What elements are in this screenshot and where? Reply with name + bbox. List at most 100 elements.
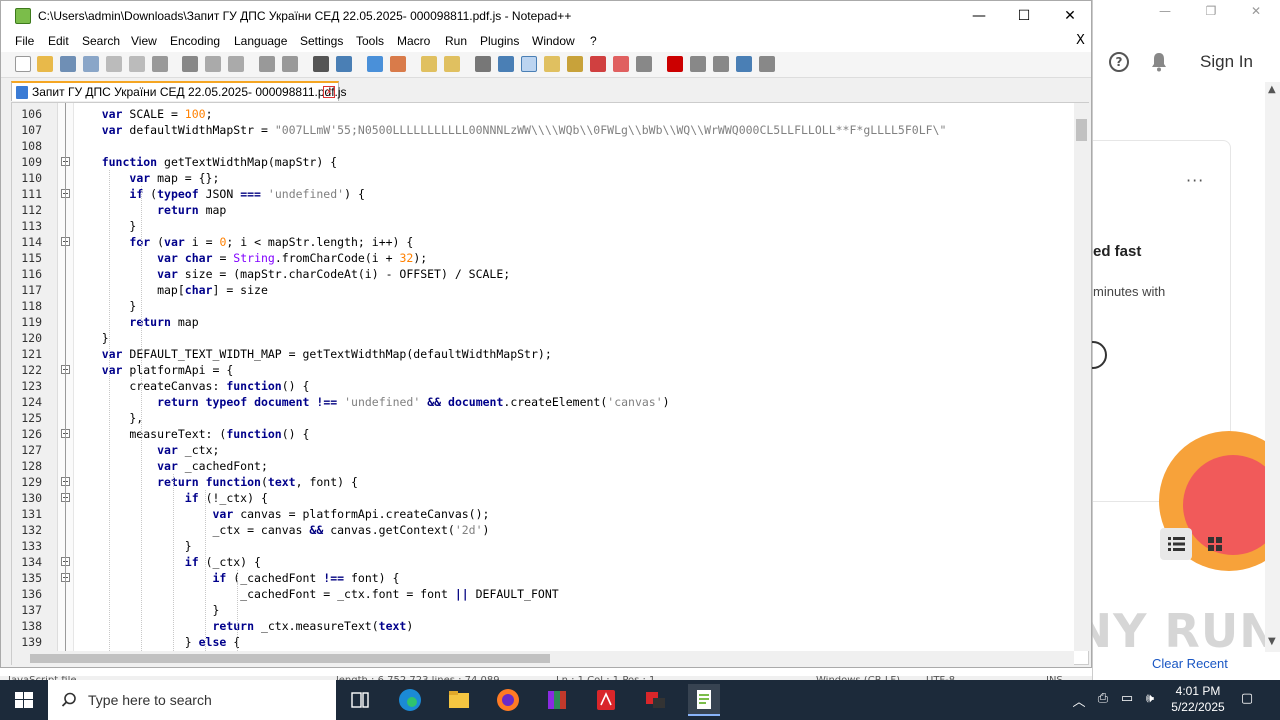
menu-language[interactable]: Language <box>234 34 287 48</box>
menu-help[interactable]: ? <box>590 34 597 48</box>
horizontal-scrollbar[interactable] <box>12 651 1074 665</box>
line-number: 107 <box>21 123 42 137</box>
sync-vertical-icon[interactable] <box>421 56 437 72</box>
background-maximize-button[interactable]: ❐ <box>1199 4 1223 20</box>
language-icon[interactable] <box>567 56 583 72</box>
network-icon[interactable]: ▭ <box>1118 691 1136 709</box>
save-icon[interactable] <box>60 56 76 72</box>
zoom-out-icon[interactable] <box>390 56 406 72</box>
code-line: _cachedFont = _ctx.font = font || DEFAUL… <box>74 587 559 601</box>
tab-document[interactable]: Запит ГУ ДПС України СЕД 22.05.2025- 000… <box>11 81 347 101</box>
clear-recent-link[interactable]: Clear Recent <box>1152 656 1228 671</box>
doc-map-icon[interactable] <box>544 56 560 72</box>
menu-run[interactable]: Run <box>445 34 467 48</box>
open-file-icon[interactable] <box>37 56 53 72</box>
menu-view[interactable]: View <box>131 34 157 48</box>
code-line: var platformApi = { <box>101 363 234 377</box>
menu-tools[interactable]: Tools <box>356 34 384 48</box>
word-wrap-icon[interactable] <box>475 56 491 72</box>
device-icon[interactable]: ⎙ <box>1094 691 1112 709</box>
code-editor[interactable]: 106 107 108 109 110 111 112 113 114 115 116 117 118 1… <box>11 102 1089 665</box>
code-line: return typeof document !== 'undefined' &… <box>157 395 670 409</box>
save-macro-icon[interactable] <box>759 56 775 72</box>
notifications-icon[interactable]: ▢ <box>1238 691 1256 709</box>
winrar-icon[interactable] <box>541 684 573 716</box>
scroll-down-icon[interactable]: ▼ <box>1268 636 1276 647</box>
more-options-icon[interactable]: ··· <box>1186 171 1204 190</box>
code-line: var char = String.fromCharCode(i + 32); <box>157 251 428 265</box>
show-all-chars-icon[interactable] <box>498 56 514 72</box>
line-number: 111 <box>21 187 42 201</box>
menu-file[interactable]: File <box>15 34 34 48</box>
code-area[interactable]: var SCALE = 100; var defaultWidthMapStr … <box>74 103 1074 651</box>
redo-icon[interactable] <box>282 56 298 72</box>
code-line: var DEFAULT_TEXT_WIDTH_MAP = getTextWidt… <box>101 347 552 361</box>
promo-card: ··· ed fast minutes with <box>1079 140 1280 571</box>
start-button[interactable] <box>0 680 48 720</box>
play-macro-icon[interactable] <box>713 56 729 72</box>
show-hidden-icons[interactable]: ︿ <box>1070 691 1088 710</box>
code-line: var canvas = platformApi.createCanvas(); <box>212 507 490 521</box>
monitoring-icon[interactable] <box>636 56 652 72</box>
scroll-up-icon[interactable]: ▲ <box>1268 84 1276 95</box>
sync-horizontal-icon[interactable] <box>444 56 460 72</box>
bell-icon[interactable] <box>1150 52 1168 72</box>
close-file-icon[interactable] <box>106 56 122 72</box>
print-icon[interactable] <box>152 56 168 72</box>
find-icon[interactable] <box>313 56 329 72</box>
undo-icon[interactable] <box>259 56 275 72</box>
copy-icon[interactable] <box>205 56 221 72</box>
replace-icon[interactable] <box>336 56 352 72</box>
code-line: _ctx = canvas && canvas.getContext('2d') <box>74 523 490 537</box>
notepadpp-app-icon <box>15 8 31 24</box>
vertical-scroll-thumb[interactable] <box>1076 119 1087 141</box>
record-macro-icon[interactable] <box>667 56 683 72</box>
notepadpp-taskbar-icon[interactable] <box>688 684 720 716</box>
firefox-icon[interactable] <box>492 684 524 716</box>
background-close-button[interactable]: ✕ <box>1244 4 1268 20</box>
paste-icon[interactable] <box>228 56 244 72</box>
vertical-scrollbar[interactable] <box>1074 103 1089 651</box>
menu-settings[interactable]: Settings <box>300 34 343 48</box>
folder-workspace-icon[interactable] <box>613 56 629 72</box>
code-line: } <box>74 299 137 313</box>
sign-in-button[interactable]: Sign In <box>1200 52 1253 72</box>
grid-view-button[interactable] <box>1199 528 1231 560</box>
volume-icon[interactable]: 🕪 <box>1141 691 1159 709</box>
menu-window[interactable]: Window <box>532 34 575 48</box>
line-number: 120 <box>21 331 42 345</box>
tab-close-icon[interactable]: x <box>323 86 335 98</box>
menu-macro[interactable]: Macro <box>397 34 430 48</box>
file-explorer-icon[interactable] <box>443 684 475 716</box>
edge-icon[interactable] <box>394 684 426 716</box>
background-minimize-button[interactable]: — <box>1153 4 1177 20</box>
menu-plugins[interactable]: Plugins <box>480 34 519 48</box>
close-document-button[interactable]: X <box>1076 33 1085 48</box>
app-icon[interactable] <box>639 684 671 716</box>
line-number: 133 <box>21 539 42 553</box>
menu-edit[interactable]: Edit <box>48 34 69 48</box>
maximize-button[interactable]: ☐ <box>1001 1 1047 32</box>
help-icon[interactable]: ? <box>1109 52 1129 72</box>
taskbar-clock[interactable]: 4:01 PM 5/22/2025 <box>1162 683 1234 715</box>
stop-macro-icon[interactable] <box>690 56 706 72</box>
horizontal-scroll-thumb[interactable] <box>30 654 550 663</box>
function-list-icon[interactable] <box>590 56 606 72</box>
background-scrollbar[interactable]: ▲ ▼ <box>1265 82 1280 652</box>
zoom-in-icon[interactable] <box>367 56 383 72</box>
cut-icon[interactable] <box>182 56 198 72</box>
menu-encoding[interactable]: Encoding <box>170 34 220 48</box>
minimize-button[interactable]: — <box>956 1 1002 32</box>
menu-search[interactable]: Search <box>82 34 120 48</box>
acrobat-icon[interactable] <box>590 684 622 716</box>
run-macro-multiple-icon[interactable] <box>736 56 752 72</box>
task-view-icon[interactable] <box>344 684 376 716</box>
save-all-icon[interactable] <box>83 56 99 72</box>
close-all-icon[interactable] <box>129 56 145 72</box>
close-button[interactable]: ✕ <box>1047 1 1093 32</box>
new-file-icon[interactable] <box>15 56 31 72</box>
code-line: for (var i = 0; i < mapStr.length; i++) … <box>129 235 414 249</box>
taskbar-search-box[interactable]: Type here to search <box>48 680 336 720</box>
indent-guide-icon[interactable] <box>521 56 537 72</box>
list-view-button[interactable] <box>1160 528 1192 560</box>
